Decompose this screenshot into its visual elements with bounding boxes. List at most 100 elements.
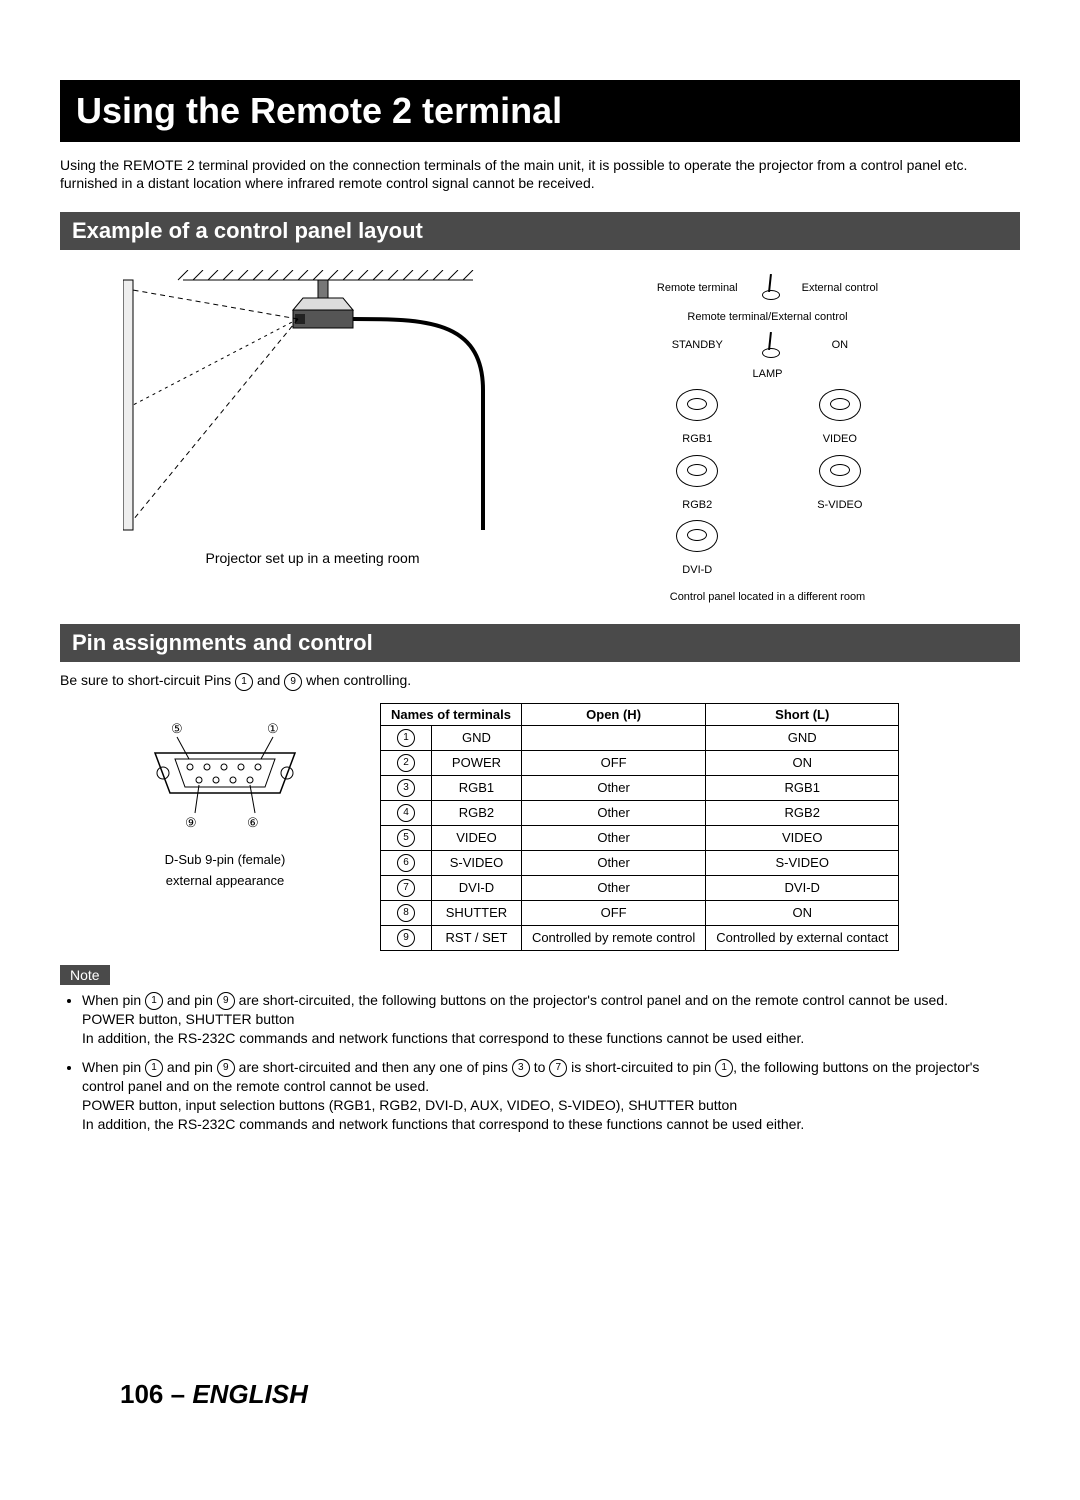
pin-number-cell: 1 — [381, 725, 432, 750]
example-row: Projector set up in a meeting room Remot… — [60, 260, 1020, 614]
pin-number-cell: 9 — [381, 925, 432, 950]
pin-short-cell: S-VIDEO — [706, 850, 899, 875]
pin1-icon: 1 — [235, 673, 253, 691]
pin-open-cell: Other — [521, 825, 705, 850]
pin-open-cell: Other — [521, 775, 705, 800]
pin-open-cell — [521, 725, 705, 750]
dsub-connector-icon: ⑤ ① ⑨ ⑥ — [125, 703, 325, 843]
table-row: 5 VIDEOOtherVIDEO — [381, 825, 899, 850]
pin-open-cell: OFF — [521, 750, 705, 775]
notes-block: When pin 1 and pin 9 are short-circuited… — [60, 991, 1020, 1134]
pin-number-icon: 1 — [397, 729, 415, 747]
right-caption: Control panel located in a different roo… — [555, 591, 980, 604]
pin-number-cell: 4 — [381, 800, 432, 825]
pin-number-icon: 2 — [397, 754, 415, 772]
example-right: Remote terminal External control Remote … — [555, 270, 980, 604]
table-row: 1 GND GND — [381, 725, 899, 750]
pin-number-icon: 5 — [397, 829, 415, 847]
pin-intro: Be sure to short-circuit Pins 1 and 9 wh… — [60, 672, 1020, 690]
left-caption: Projector set up in a meeting room — [100, 550, 525, 566]
pin7-icon: 7 — [549, 1059, 567, 1077]
footer-language: ENGLISH — [192, 1379, 308, 1409]
toggle-icon — [758, 274, 782, 298]
pin-name-cell: VIDEO — [432, 825, 522, 850]
table-row: 3 RGB1OtherRGB1 — [381, 775, 899, 800]
section-pin-heading: Pin assignments and control — [60, 624, 1020, 662]
pushbutton-icon — [676, 520, 718, 552]
intro-text: Using the REMOTE 2 terminal provided on … — [60, 156, 1020, 192]
svg-text:⑥: ⑥ — [247, 815, 259, 830]
pin-open-cell: Other — [521, 875, 705, 900]
pin-short-cell: ON — [706, 750, 899, 775]
pin-number-cell: 3 — [381, 775, 432, 800]
label-svideo: S-VIDEO — [792, 495, 888, 516]
pushbutton-icon — [819, 389, 861, 421]
table-row: 4 RGB2OtherRGB2 — [381, 800, 899, 825]
pushbutton-icon — [676, 389, 718, 421]
pin9-icon: 9 — [284, 673, 302, 691]
svg-text:⑨: ⑨ — [185, 815, 197, 830]
th-names: Names of terminals — [381, 703, 522, 725]
svg-text:①: ① — [267, 721, 279, 736]
pin-number-cell: 8 — [381, 900, 432, 925]
pushbutton-icon — [819, 455, 861, 487]
pin-name-cell: RGB1 — [432, 775, 522, 800]
pin-short-cell: RGB2 — [706, 800, 899, 825]
pin-name-cell: SHUTTER — [432, 900, 522, 925]
pin-number-icon: 6 — [397, 854, 415, 872]
page-footer: 106 – ENGLISH — [120, 1379, 308, 1410]
table-row: 7 DVI-DOtherDVI-D — [381, 875, 899, 900]
pin-short-cell: VIDEO — [706, 825, 899, 850]
pin-open-cell: Other — [521, 800, 705, 825]
label-video: VIDEO — [792, 429, 888, 450]
pin-name-cell: GND — [432, 725, 522, 750]
pin-number-cell: 7 — [381, 875, 432, 900]
dsub-diagram: ⑤ ① ⑨ ⑥ D-Sub 9-pin (female) externa — [100, 703, 350, 951]
label-dvid: DVI-D — [647, 560, 748, 581]
pin-number-icon: 8 — [397, 904, 415, 922]
label-rgb1: RGB1 — [647, 429, 748, 450]
pin-name-cell: DVI-D — [432, 875, 522, 900]
pin-short-cell: DVI-D — [706, 875, 899, 900]
label-on: ON — [792, 328, 888, 364]
note-item: When pin 1 and pin 9 are short-circuited… — [82, 1058, 1020, 1134]
table-row: 8SHUTTEROFFON — [381, 900, 899, 925]
pin-name-cell: POWER — [432, 750, 522, 775]
pin-number-icon: 3 — [397, 779, 415, 797]
pin-short-cell: GND — [706, 725, 899, 750]
pin-table: Names of terminals Open (H) Short (L) 1G… — [380, 703, 899, 951]
pin-short-cell: ON — [706, 900, 899, 925]
label-remote-terminal: Remote terminal — [647, 270, 748, 306]
pin9-icon: 9 — [217, 1059, 235, 1077]
pin-name-cell: RGB2 — [432, 800, 522, 825]
dsub-caption2: external appearance — [100, 873, 350, 888]
pin-open-cell: Controlled by remote control — [521, 925, 705, 950]
table-row: 2 POWEROFFON — [381, 750, 899, 775]
label-lamp: LAMP — [647, 364, 888, 385]
label-remote-external: Remote terminal/External control — [647, 307, 888, 328]
page-number: 106 — [120, 1379, 163, 1409]
table-row: 9 RST / SETControlled by remote controlCo… — [381, 925, 899, 950]
pin-number-icon: 9 — [397, 929, 415, 947]
pin-short-cell: Controlled by external contact — [706, 925, 899, 950]
th-short: Short (L) — [706, 703, 899, 725]
svg-text:⑤: ⑤ — [171, 721, 183, 736]
pin1-icon: 1 — [145, 992, 163, 1010]
table-row: 6S-VIDEOOtherS-VIDEO — [381, 850, 899, 875]
dsub-caption1: D-Sub 9-pin (female) — [100, 852, 350, 867]
pin9-icon: 9 — [217, 992, 235, 1010]
section-example-heading: Example of a control panel layout — [60, 212, 1020, 250]
pin-number-icon: 4 — [397, 804, 415, 822]
pin1-icon: 1 — [145, 1059, 163, 1077]
pin-name-cell: RST / SET — [432, 925, 522, 950]
pin-short-cell: RGB1 — [706, 775, 899, 800]
label-standby: STANDBY — [647, 328, 748, 364]
projector-diagram-icon — [123, 270, 503, 540]
pin-open-cell: Other — [521, 850, 705, 875]
page-title: Using the Remote 2 terminal — [60, 80, 1020, 142]
pin-number-cell: 5 — [381, 825, 432, 850]
pin-number-icon: 7 — [397, 879, 415, 897]
th-open: Open (H) — [521, 703, 705, 725]
pin3-icon: 3 — [512, 1059, 530, 1077]
pin-row: ⑤ ① ⑨ ⑥ D-Sub 9-pin (female) externa — [60, 703, 1020, 951]
